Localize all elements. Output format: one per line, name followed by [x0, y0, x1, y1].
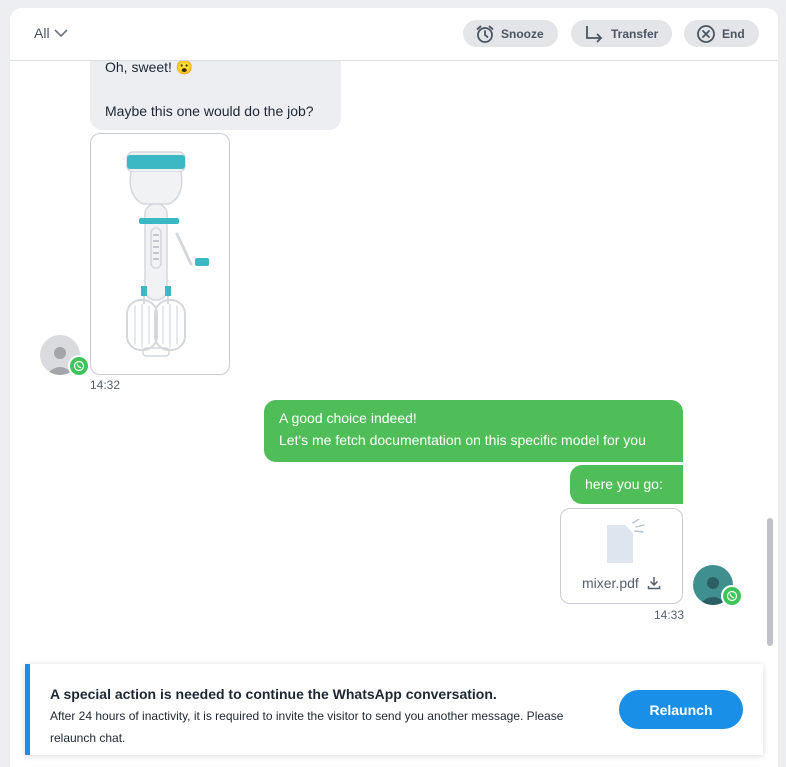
outgoing-message-line: Let's me fetch documentation on this spe… — [279, 432, 646, 448]
whatsapp-relaunch-notice: A special action is needed to continue t… — [25, 664, 763, 755]
chevron-down-icon — [53, 29, 68, 38]
notice-body: After 24 hours of inactivity, it is requ… — [50, 709, 564, 745]
filter-dropdown[interactable]: All — [34, 25, 68, 41]
relaunch-button[interactable]: Relaunch — [619, 690, 743, 729]
hand-mixer-image[interactable] — [90, 133, 230, 375]
incoming-message-line: Maybe this one would do the job? — [105, 103, 314, 119]
snooze-button[interactable]: Snooze — [463, 20, 558, 47]
document-icon — [607, 519, 645, 563]
close-circle-icon — [697, 24, 715, 43]
outgoing-message-bubble: here you go: — [570, 465, 683, 504]
message-timestamp: 14:32 — [90, 378, 121, 392]
chat-panel: All Snooze Transfer End Oh, sweet! 😮 May… — [10, 8, 778, 767]
outgoing-message-text: here you go: — [585, 476, 663, 492]
outgoing-message-line: A good choice indeed! — [279, 410, 417, 426]
whatsapp-icon — [68, 355, 90, 377]
notice-title: A special action is needed to continue t… — [50, 686, 497, 702]
scrollbar-thumb[interactable] — [767, 518, 773, 646]
transfer-label: Transfer — [611, 26, 659, 41]
file-name-row: mixer.pdf — [582, 575, 661, 591]
agent-avatar — [693, 565, 743, 607]
whatsapp-icon — [721, 585, 743, 607]
hand-mixer-illustration — [126, 151, 209, 357]
transfer-arrow-icon — [586, 25, 603, 43]
file-attachment[interactable]: mixer.pdf — [560, 508, 683, 604]
filter-label: All — [34, 25, 50, 41]
conversation-toolbar: All Snooze Transfer End — [10, 8, 778, 61]
file-name: mixer.pdf — [582, 575, 639, 591]
alarm-clock-icon — [476, 25, 494, 43]
message-timestamp: 14:33 — [654, 608, 685, 622]
outgoing-message-bubble: A good choice indeed! Let's me fetch doc… — [264, 400, 683, 462]
visitor-avatar — [40, 335, 90, 377]
end-label: End — [722, 26, 745, 41]
download-icon[interactable] — [647, 576, 661, 590]
end-button[interactable]: End — [684, 20, 759, 47]
transfer-button[interactable]: Transfer — [571, 20, 673, 47]
snooze-label: Snooze — [501, 26, 544, 41]
